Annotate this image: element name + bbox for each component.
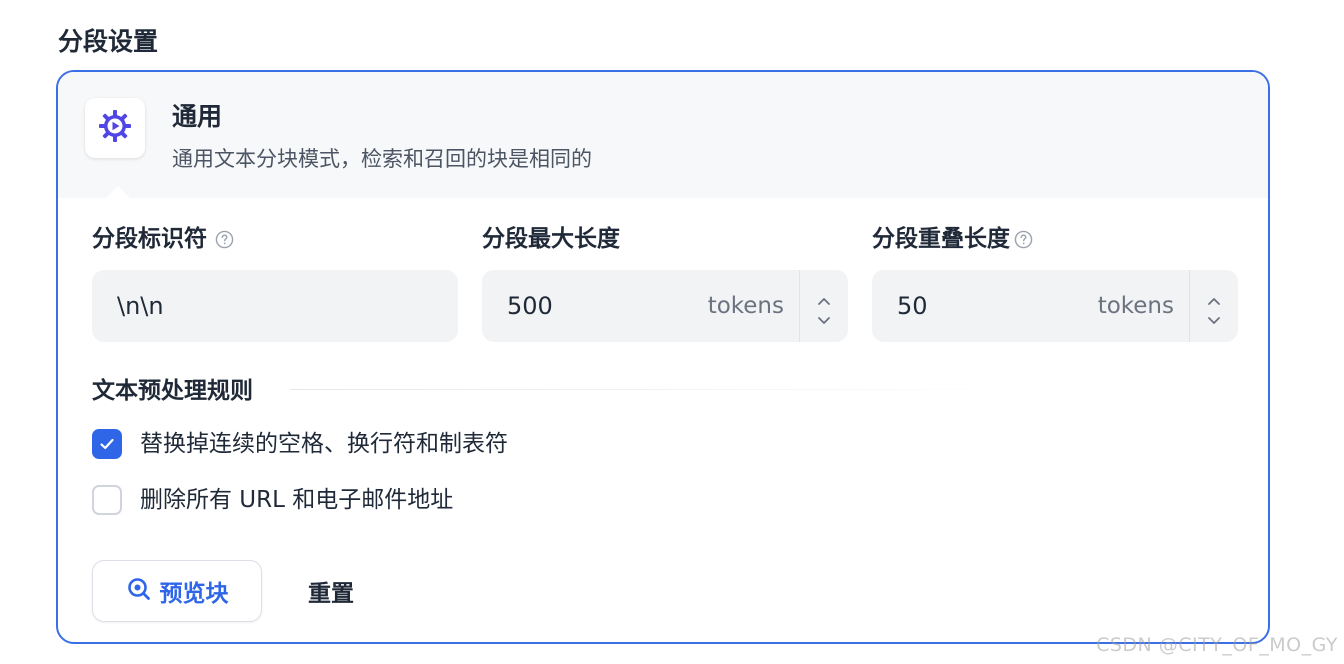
chevron-down-icon[interactable] xyxy=(1206,311,1222,324)
overlap-input[interactable]: 50 tokens xyxy=(872,270,1238,342)
overlap-label: 分段重叠长度 xyxy=(872,222,1033,256)
search-icon xyxy=(126,576,152,606)
rules-title: 文本预处理规则 xyxy=(92,378,253,404)
rule-item-replace-whitespace[interactable]: 替换掉连续的空格、换行符和制表符 xyxy=(92,427,508,461)
question-circle-icon[interactable] xyxy=(215,230,234,249)
max-length-label-text: 分段最大长度 xyxy=(482,226,620,252)
gear-play-icon xyxy=(97,108,133,148)
rule-label: 替换掉连续的空格、换行符和制表符 xyxy=(140,431,508,457)
max-length-input[interactable]: 500 tokens xyxy=(482,270,848,342)
rules-divider xyxy=(290,389,1034,390)
mode-title: 通用 xyxy=(172,102,223,131)
max-length-value: 500 xyxy=(507,292,553,320)
separator-input[interactable]: \n\n xyxy=(92,270,458,342)
reset-button[interactable]: 重置 xyxy=(290,560,372,622)
segment-settings-page: 分段设置 通用 通用文本分块模式，检索和召回的块是相同的 分段标识符 \n\n … xyxy=(0,0,1344,664)
separator-value: \n\n xyxy=(117,292,164,320)
chevron-up-icon[interactable] xyxy=(1206,291,1222,305)
watermark: CSDN @CITY_OF_MO_GY xyxy=(1096,634,1338,656)
max-length-unit: tokens xyxy=(707,293,784,319)
question-circle-icon[interactable] xyxy=(1014,230,1033,249)
chevron-down-icon[interactable] xyxy=(816,311,832,324)
rule-checkbox-unchecked[interactable] xyxy=(92,485,122,515)
overlap-stepper[interactable] xyxy=(1189,270,1238,342)
overlap-label-text: 分段重叠长度 xyxy=(872,226,1010,252)
mode-icon-box xyxy=(85,98,145,158)
check-icon xyxy=(100,438,114,450)
rule-checkbox-checked[interactable] xyxy=(92,429,122,459)
preview-chunks-label: 预览块 xyxy=(159,581,229,607)
overlap-value: 50 xyxy=(897,292,928,320)
overlap-unit: tokens xyxy=(1097,293,1174,319)
section-title: 分段设置 xyxy=(58,27,159,56)
chevron-up-icon[interactable] xyxy=(816,291,832,305)
rule-label: 删除所有 URL 和电子邮件地址 xyxy=(140,487,454,513)
mode-header[interactable]: 通用 通用文本分块模式，检索和召回的块是相同的 xyxy=(58,72,1268,198)
separator-label-text: 分段标识符 xyxy=(92,226,207,252)
separator-label: 分段标识符 xyxy=(92,222,234,256)
chunk-mode-card[interactable]: 通用 通用文本分块模式，检索和召回的块是相同的 分段标识符 \n\n 分段最大长… xyxy=(56,70,1270,644)
header-pointer xyxy=(106,186,130,198)
max-length-label: 分段最大长度 xyxy=(482,222,620,256)
mode-description: 通用文本分块模式，检索和召回的块是相同的 xyxy=(172,147,592,171)
preview-chunks-button[interactable]: 预览块 xyxy=(92,560,262,622)
rule-item-remove-urls[interactable]: 删除所有 URL 和电子邮件地址 xyxy=(92,483,453,517)
max-length-stepper[interactable] xyxy=(799,270,848,342)
